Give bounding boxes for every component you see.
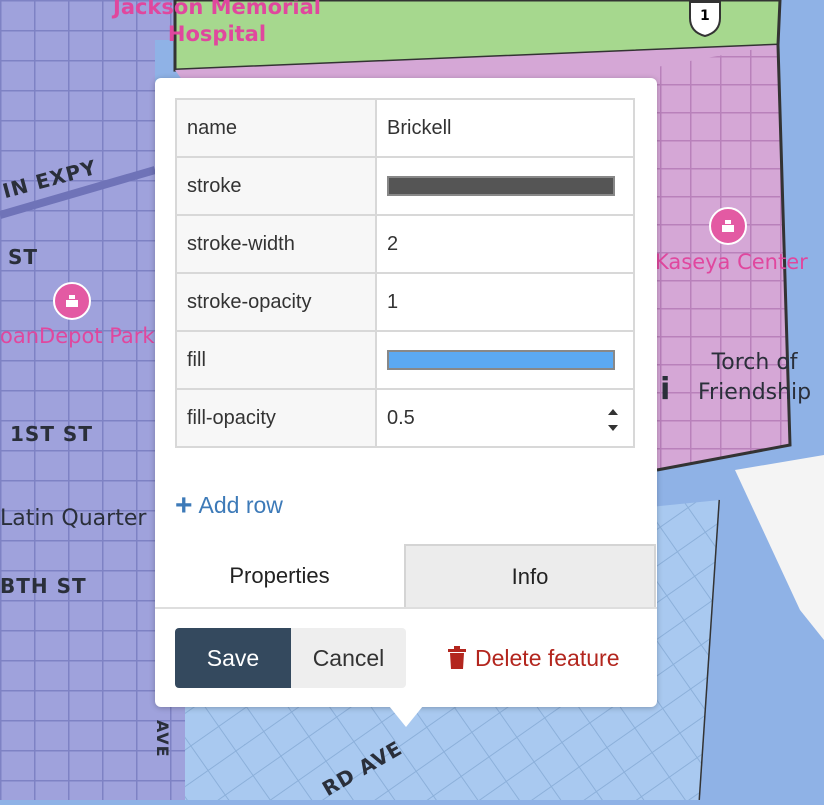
property-key[interactable]: stroke-opacity bbox=[175, 272, 377, 332]
fill-color-cell[interactable] bbox=[375, 330, 635, 390]
property-key[interactable]: name bbox=[175, 98, 377, 158]
save-button[interactable]: Save bbox=[175, 628, 291, 688]
add-row-button[interactable]: + Add row bbox=[175, 488, 283, 522]
tab-info[interactable]: Info bbox=[404, 544, 656, 607]
map-label-torch[interactable]: Torch of Friendship bbox=[698, 348, 811, 408]
map-label-latin-quarter: Latin Quarter bbox=[0, 506, 147, 531]
route-shield-icon: 1 bbox=[688, 0, 722, 38]
properties-table: name Brickell stroke stroke-width 2 stro… bbox=[175, 98, 635, 448]
cancel-button[interactable]: Cancel bbox=[291, 628, 406, 688]
info-marker-icon: i bbox=[660, 372, 671, 407]
table-row: fill-opacity 0.5 bbox=[175, 388, 635, 448]
map-label-park[interactable]: oanDepot Park bbox=[0, 324, 155, 348]
stroke-color-swatch[interactable] bbox=[387, 176, 615, 196]
map-label-ave: AVE bbox=[153, 720, 172, 758]
fill-color-swatch[interactable] bbox=[387, 350, 615, 370]
stroke-color-cell[interactable] bbox=[375, 156, 635, 216]
arena-icon[interactable] bbox=[709, 207, 747, 245]
map-label-kaseya[interactable]: Kaseya Center bbox=[655, 250, 808, 274]
popup-tabs: Properties Info bbox=[155, 544, 657, 609]
route-shield-number: 1 bbox=[700, 8, 710, 24]
map-label-hospital: Jackson Memorial Hospital bbox=[113, 0, 321, 48]
property-key[interactable]: fill bbox=[175, 330, 377, 390]
property-key[interactable]: fill-opacity bbox=[175, 388, 377, 448]
stadium-icon[interactable] bbox=[53, 282, 91, 320]
table-row: stroke bbox=[175, 156, 635, 216]
property-value[interactable]: Brickell bbox=[375, 98, 635, 158]
add-row-label: Add row bbox=[198, 492, 283, 518]
property-key[interactable]: stroke-width bbox=[175, 214, 377, 274]
table-row: stroke-opacity 1 bbox=[175, 272, 635, 332]
trash-icon bbox=[448, 646, 466, 669]
delete-feature-button[interactable]: Delete feature bbox=[447, 628, 637, 688]
property-value[interactable]: 1 bbox=[375, 272, 635, 332]
tab-properties[interactable]: Properties bbox=[155, 544, 404, 607]
map-label-st: ST bbox=[8, 245, 39, 269]
fill-opacity-value: 0.5 bbox=[387, 406, 415, 429]
fill-opacity-input[interactable]: 0.5 bbox=[375, 388, 635, 448]
table-row: fill bbox=[175, 330, 635, 390]
popup-tip bbox=[389, 706, 423, 727]
map-label-1st-st: 1ST ST bbox=[10, 422, 93, 446]
table-row: stroke-width 2 bbox=[175, 214, 635, 274]
plus-icon: + bbox=[175, 488, 193, 522]
property-key[interactable]: stroke bbox=[175, 156, 377, 216]
hospital-label-text: Jackson Memorial Hospital bbox=[113, 0, 321, 46]
table-row: name Brickell bbox=[175, 98, 635, 158]
map-label-8th-st: BTH ST bbox=[0, 574, 87, 598]
feature-popup: name Brickell stroke stroke-width 2 stro… bbox=[155, 78, 657, 707]
torch-label-text: Torch of Friendship bbox=[698, 350, 812, 405]
number-spinner-icon[interactable] bbox=[605, 404, 621, 436]
property-value[interactable]: 2 bbox=[375, 214, 635, 274]
delete-feature-label: Delete feature bbox=[475, 644, 620, 671]
